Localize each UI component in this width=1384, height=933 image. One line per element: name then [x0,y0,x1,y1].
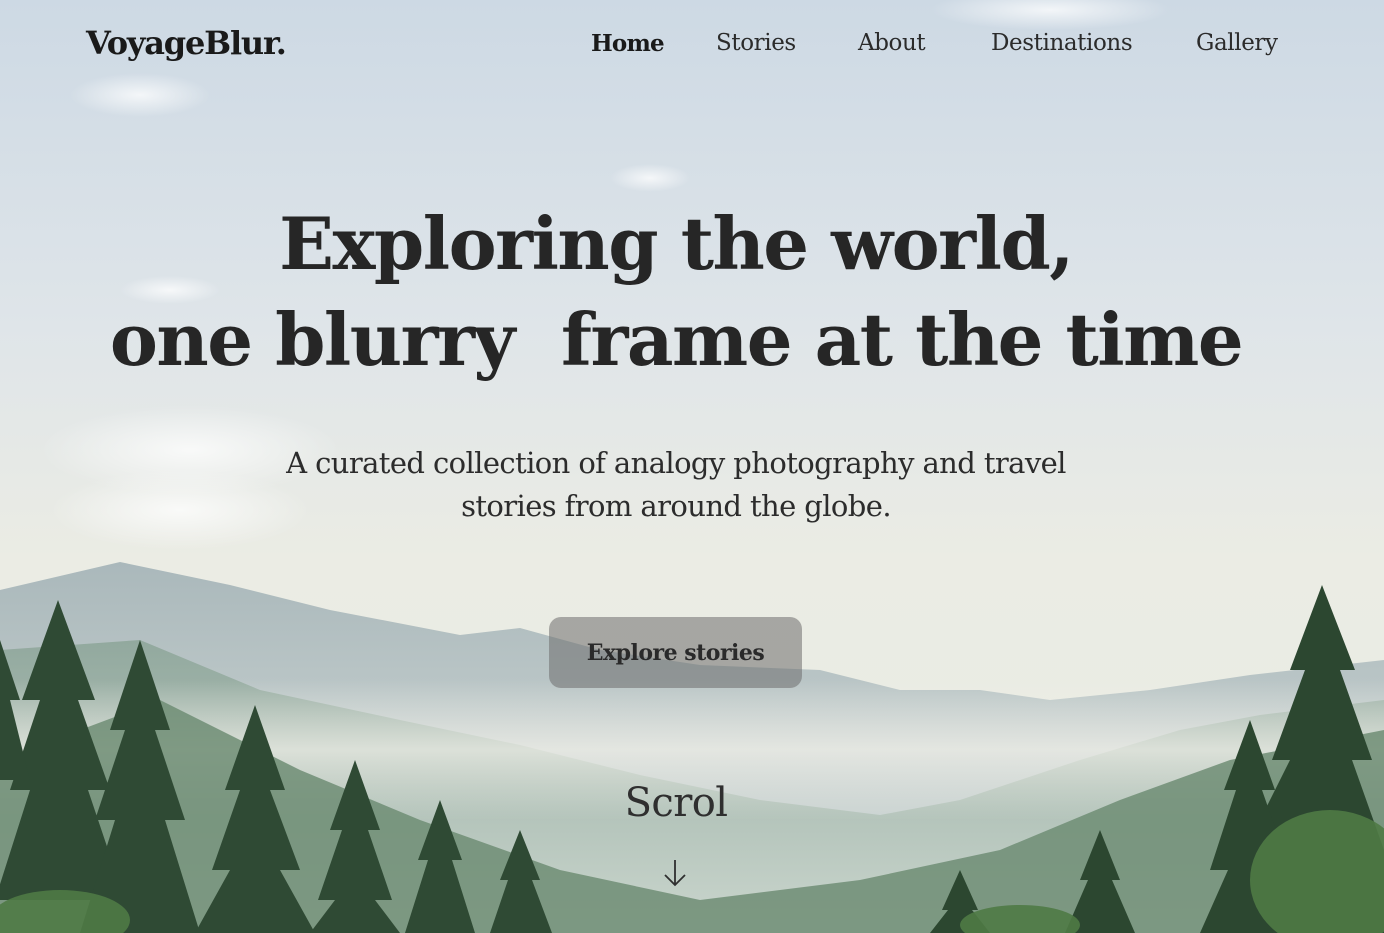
nav-link-gallery[interactable]: Gallery [1196,30,1278,56]
explore-stories-button[interactable]: Explore stories [549,617,802,688]
hero-subtitle: A curated collection of analogy photogra… [286,446,1066,523]
nav-link-stories[interactable]: Stories [716,30,796,56]
arrow-down-icon[interactable] [662,857,688,889]
hero-headline: Exploring the world, one blurry frame at… [0,196,1352,388]
top-navigation: VoyageBlur. Home Stories About Destinati… [0,0,1384,92]
nav-link-home[interactable]: Home [591,30,665,57]
hero-headline-line-2: one blurry frame at the time [109,297,1244,382]
hero-headline-line-1: Exploring the world, [279,201,1074,286]
scroll-label: Scrol [624,780,728,826]
nav-link-about[interactable]: About [858,30,926,56]
nav-link-destinations[interactable]: Destinations [991,30,1133,56]
site-logo[interactable]: VoyageBlur. [86,24,287,62]
